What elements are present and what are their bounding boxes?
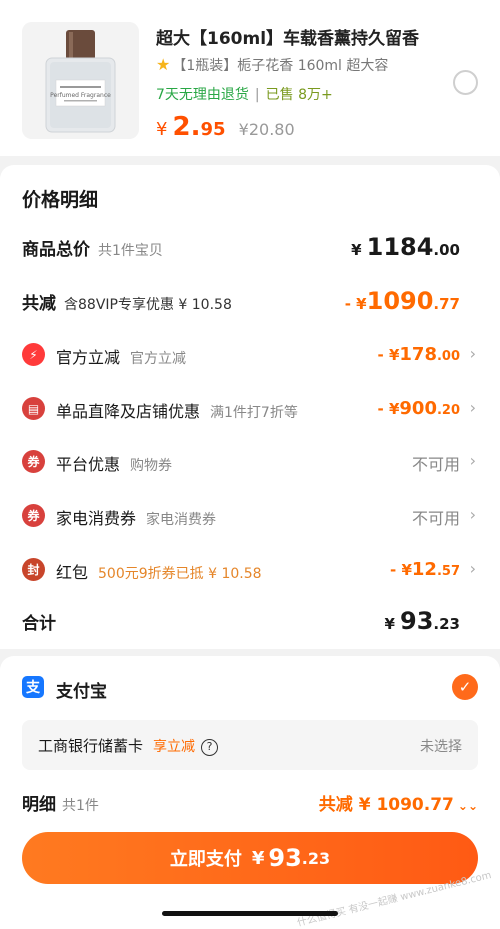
total-price-int: 1184: [366, 233, 434, 261]
total-reduction-label: 共减: [22, 294, 56, 314]
discount-unavailable: 不可用: [411, 509, 460, 528]
discount-row-shop[interactable]: ▤ 单品直降及店铺优惠 满1件打7折等 - ¥900.20 ›: [0, 394, 500, 424]
bottle-label-text: Perfumed Fragrance: [50, 92, 111, 99]
price-detail-panel: 价格明细 商品总价 共1件宝贝 ¥ 1184.00 共减 含88VIP专享优惠 ¥ …: [0, 165, 500, 649]
total-price-amount: ¥ 1184.00: [351, 233, 460, 261]
sum-label: 合计: [22, 614, 56, 634]
total-reduction-prefix: - ¥: [344, 295, 367, 313]
sum-yen: ¥: [384, 615, 395, 633]
total-price-yen: ¥: [351, 241, 362, 259]
chevron-right-icon: ›: [469, 505, 476, 524]
payment-selected-check-icon[interactable]: ✓: [452, 674, 478, 700]
discount-label: 家电消费券: [56, 509, 137, 528]
discount-row-platform[interactable]: 券 平台优惠 购物券 不可用 ›: [0, 447, 500, 477]
chevron-right-icon: ›: [469, 559, 476, 578]
discount-label: 单品直降及店铺优惠: [56, 402, 201, 421]
help-icon[interactable]: ?: [201, 739, 219, 756]
product-card[interactable]: Perfumed Fragrance 超大【160ml】车载香薰持久留香 ★ 【1…: [0, 0, 500, 156]
total-items-count: 共1件宝贝: [98, 243, 163, 259]
pay-now-button[interactable]: 立即支付 ¥93.23: [22, 832, 478, 884]
pay-button-yen: ¥: [251, 847, 265, 869]
product-image[interactable]: Perfumed Fragrance: [22, 22, 139, 139]
star-icon: ★: [156, 55, 171, 74]
perfume-bottle-image: Perfumed Fragrance: [22, 22, 139, 139]
total-price-label: 商品总价: [22, 240, 90, 260]
order-summary-label[interactable]: 明细 共1件: [22, 790, 99, 815]
return-policy-tag: 7天无理由退货: [156, 87, 249, 103]
discount-sub: 满1件打7折等: [210, 405, 298, 421]
total-reduction-row: 共减 含88VIP专享优惠 ¥ 10.58 - ¥1090.77: [0, 287, 500, 317]
discount-sub: 官方立减: [130, 351, 187, 367]
product-spec[interactable]: ★ 【1瓶装】栀子花香 160ml 超大容: [156, 55, 388, 75]
product-price: ¥ 2.95 ¥20.80: [156, 112, 295, 142]
home-indicator[interactable]: [162, 911, 338, 916]
price-decimal: 95: [200, 119, 226, 140]
discount-label: 平台优惠: [56, 455, 121, 474]
pay-button-label: 立即支付: [169, 849, 242, 870]
total-price-row: 商品总价 共1件宝贝 ¥ 1184.00: [0, 233, 500, 263]
discount-sub: 500元9折券已抵 ¥ 10.58: [98, 566, 262, 582]
discount-row-red-packet[interactable]: 封 红包 500元9折券已抵 ¥ 10.58 - ¥12.57 ›: [0, 555, 500, 585]
chevron-right-icon: ›: [469, 344, 476, 363]
discount-amount: - ¥178.00: [377, 344, 461, 365]
lightning-icon: ⚡: [22, 343, 45, 366]
order-summary-count: 共1件: [62, 798, 99, 814]
product-title: 超大【160ml】车载香薰持久留香: [156, 29, 420, 49]
red-packet-icon: 封: [22, 558, 45, 581]
product-spec-text: 【1瓶装】栀子花香 160ml 超大容: [172, 58, 389, 74]
payment-method-label[interactable]: 支付宝: [56, 677, 107, 702]
tag-divider: |: [254, 87, 260, 103]
sold-count: 已售 8万+: [265, 87, 333, 103]
discount-sub: 购物券: [130, 458, 173, 474]
discount-label: 官方立减: [56, 348, 121, 367]
discount-unavailable: 不可用: [411, 455, 460, 474]
sum-row: 合计 ¥ 93.23: [0, 607, 500, 637]
total-price-dec: .00: [433, 241, 460, 259]
store-icon: ▤: [22, 397, 45, 420]
discount-row-official[interactable]: ⚡ 官方立减 官方立减 - ¥178.00 ›: [0, 340, 500, 370]
bank-select-status: 未选择: [420, 739, 462, 755]
total-reduction-int: 1090: [366, 287, 434, 315]
discount-sub: 家电消费券: [146, 512, 217, 528]
order-summary-reduction[interactable]: 共减 ¥ 1090.77 ⌄⌄: [319, 790, 478, 815]
voucher-icon: 券: [22, 504, 45, 527]
coupon-icon: 券: [22, 450, 45, 473]
bank-promo-tag: 享立减: [153, 739, 196, 755]
discount-amount: - ¥12.57: [390, 559, 460, 580]
discount-row-appliance[interactable]: 券 家电消费券 家电消费券 不可用 ›: [0, 501, 500, 531]
alipay-icon: 支: [22, 676, 44, 698]
pay-button-int: 93: [268, 844, 302, 872]
pay-button-dec: .23: [301, 848, 331, 868]
price-currency: ¥: [156, 119, 168, 140]
chevron-right-icon: ›: [469, 451, 476, 470]
chevron-right-icon: ›: [469, 398, 476, 417]
price-integer: 2.: [172, 112, 201, 142]
discount-amount: - ¥900.20: [377, 398, 461, 419]
product-tags: 7天无理由退货 | 已售 8万+: [156, 84, 333, 104]
sum-dec: .23: [433, 615, 460, 633]
bank-card-option[interactable]: 工商银行储蓄卡 享立减? 未选择: [22, 720, 478, 770]
total-reduction-dec: .77: [433, 295, 460, 313]
total-reduction-amount: - ¥1090.77: [345, 287, 460, 315]
double-chevron-down-icon: ⌄⌄: [457, 799, 478, 813]
bank-card-name: 工商银行储蓄卡: [38, 737, 144, 755]
discount-label: 红包: [56, 563, 89, 582]
original-price: ¥20.80: [238, 120, 295, 139]
price-detail-title: 价格明细: [22, 189, 99, 211]
product-select-radio[interactable]: [453, 70, 478, 95]
sum-int: 93: [400, 607, 434, 635]
sum-amount: ¥ 93.23: [384, 607, 460, 635]
vip-discount-note: 含88VIP专享优惠 ¥ 10.58: [64, 297, 232, 313]
